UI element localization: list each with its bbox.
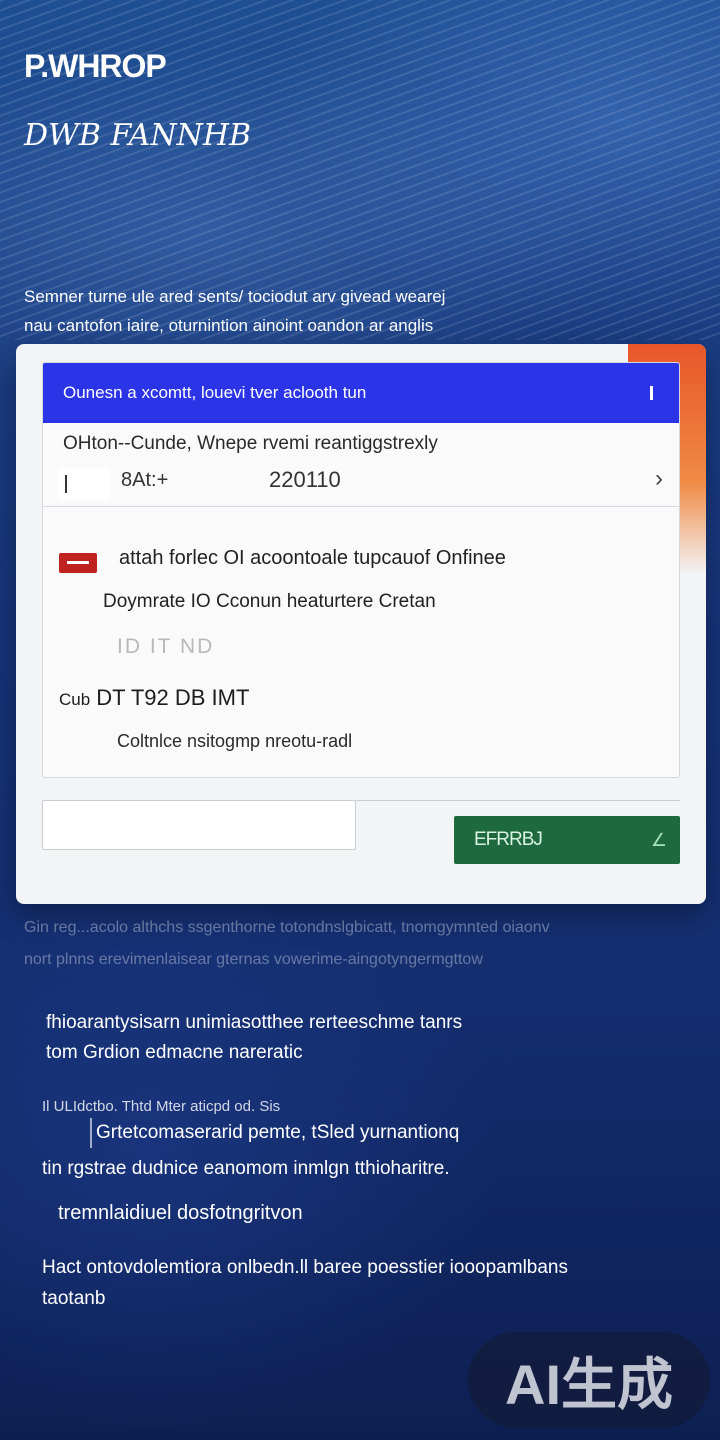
info-icon[interactable] <box>650 386 653 400</box>
flag-icon <box>59 553 97 573</box>
form-panel: Ounesn a xcomtt, louevi tver aclooth tun… <box>42 362 680 778</box>
text-caret <box>65 475 67 493</box>
panel-banner: Ounesn a xcomtt, louevi tver aclooth tun <box>43 363 679 423</box>
body-paragraph-3: Grtetcomaserarid pemte, tSled yurnantion… <box>90 1118 459 1148</box>
submit-button-label: EFRRBJ <box>474 829 543 850</box>
text-input[interactable] <box>42 800 356 850</box>
selection-row-title: OHton--Cunde, Wnepe rvemi reantiggstrexl… <box>63 433 438 454</box>
angle-icon: ∠ <box>650 829 667 850</box>
details-line-5: Coltnlce nsitogmp nreotu-radl <box>117 731 353 751</box>
details-section: attah forlec OI acoontoale tupcauof Onfi… <box>43 507 679 777</box>
details-line-2: Doymrate IO Cconun heaturtere Cretan <box>103 591 436 612</box>
body-paragraph-6: Hact ontovdolemtiora onlbedn.ll baree po… <box>42 1252 682 1314</box>
details-line-4: Cub DT T92 DB IMT <box>59 685 249 711</box>
selection-row[interactable]: OHton--Cunde, Wnepe rvemi reantiggstrexl… <box>43 423 679 507</box>
form-card: Ounesn a xcomtt, louevi tver aclooth tun… <box>16 344 706 904</box>
intro-text: Semner turne ule ared sents/ tociodut ar… <box>24 282 584 340</box>
code-value: 8At:+ <box>121 469 169 491</box>
brand-logo: P.WHROP <box>24 48 167 84</box>
details-line-3: ID IT ND <box>117 635 215 658</box>
body-paragraph-1-line-2: tom Grdion edmacne nareratic <box>46 1042 303 1063</box>
body-paragraph-5: tremnlaidiuel dosfotngritvon <box>58 1202 303 1224</box>
page-subtitle: DWB FANNHB <box>24 118 252 153</box>
faded-caption-line-2: nort plnns erevimenlaisear gternas vower… <box>24 951 483 968</box>
faded-caption: Gin reg...acolo althchs ssgenthorne toto… <box>24 912 704 976</box>
banner-text: Ounesn a xcomtt, louevi tver aclooth tun <box>63 383 367 402</box>
ai-generated-watermark: AI生成 <box>468 1332 710 1428</box>
year-value: 220110 <box>269 467 341 492</box>
body-paragraph-1-line-1: fhioarantysisarn unimiasotthee rerteesch… <box>46 1012 463 1033</box>
intro-line-2: nau cantofon iaire, oturnintion ainoint … <box>24 316 434 335</box>
intro-line-1: Semner turne ule ared sents/ tociodut ar… <box>24 287 446 306</box>
body-paragraph-4: tin rgstrae dudnice eanomom inmlgn tthio… <box>42 1158 450 1179</box>
body-paragraph-1: fhioarantysisarn unimiasotthee rerteesch… <box>46 1008 646 1068</box>
submit-button[interactable]: EFRRBJ ∠ <box>454 816 680 864</box>
body-paragraph-6-line-2: taotanb <box>42 1288 106 1309</box>
body-paragraph-6-line-1: Hact ontovdolemtiora onlbedn.ll baree po… <box>42 1257 568 1278</box>
input-divider <box>356 800 680 801</box>
details-line-1: attah forlec OI acoontoale tupcauof Onfi… <box>119 547 506 569</box>
chevron-right-icon[interactable]: › <box>655 465 663 493</box>
details-line-4-prefix: Cub <box>59 690 91 709</box>
details-line-4-text: DT T92 DB IMT <box>96 685 250 710</box>
faded-caption-line-1: Gin reg...acolo althchs ssgenthorne toto… <box>24 919 550 936</box>
